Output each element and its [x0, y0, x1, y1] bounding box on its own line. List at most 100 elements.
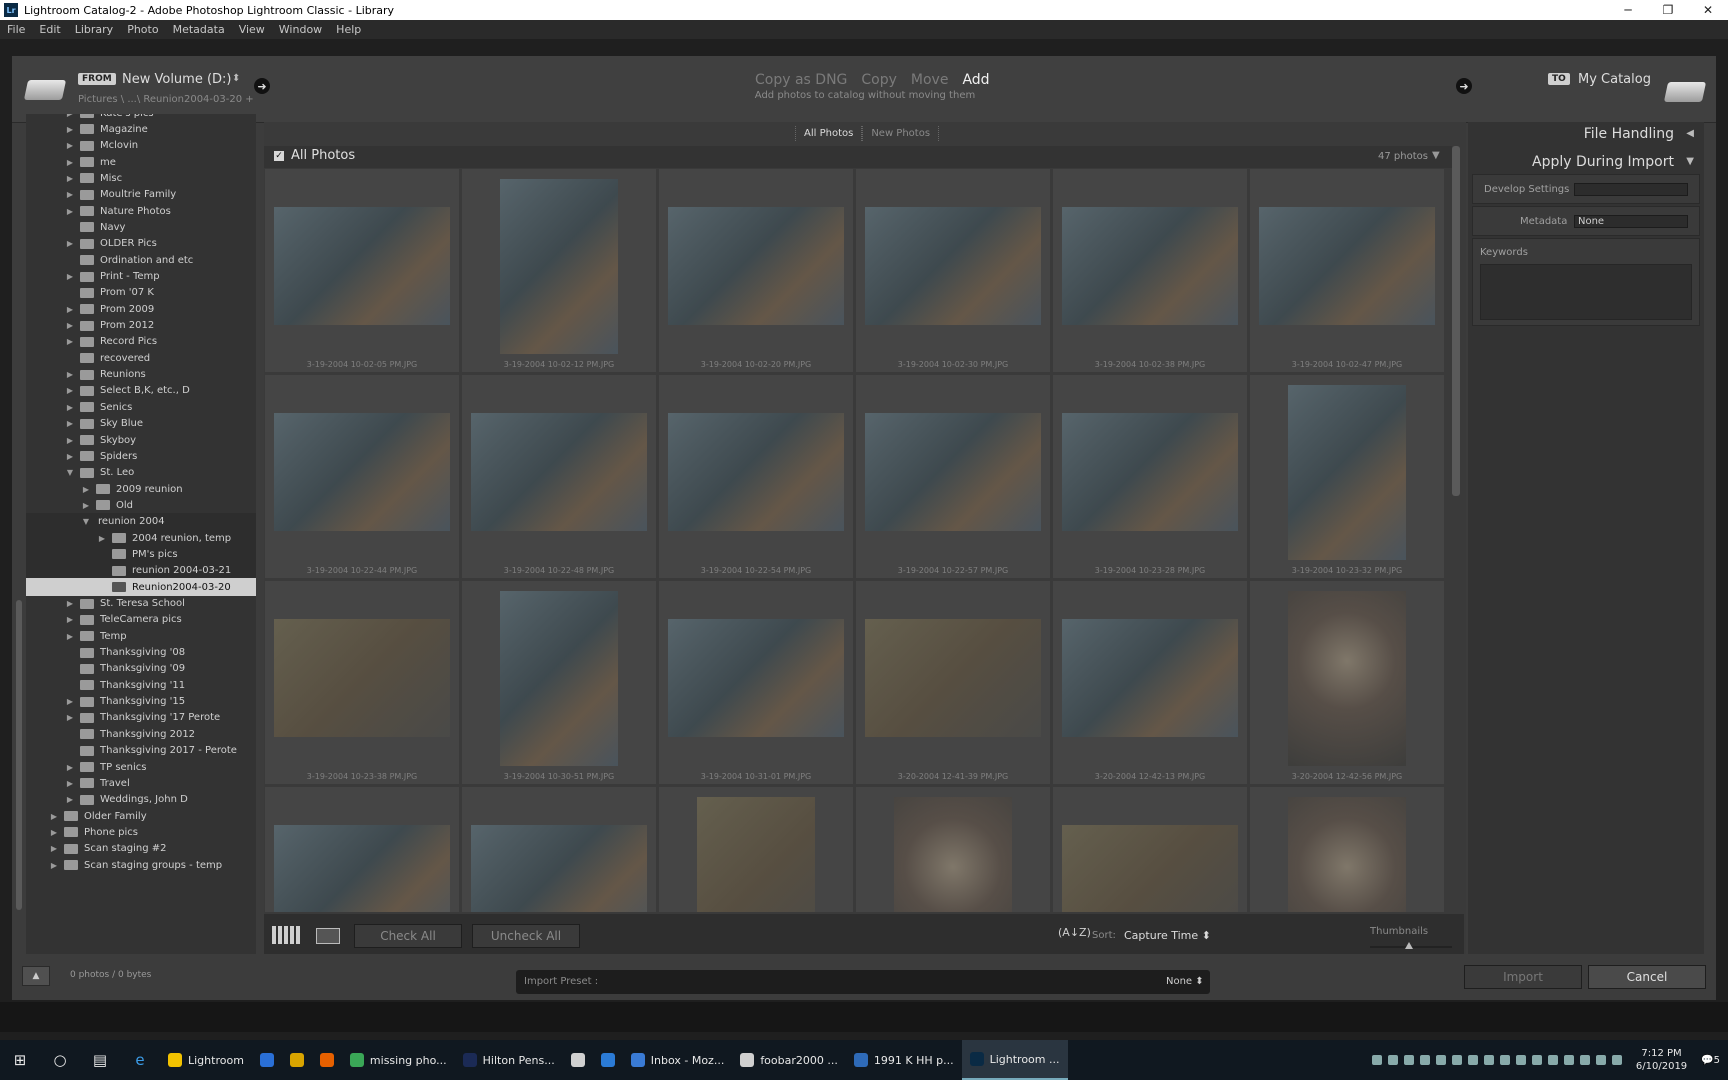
folder-item[interactable]: Reunion2004-03-20	[26, 578, 256, 597]
photo-thumbnail[interactable]	[500, 591, 618, 766]
folder-item[interactable]: ▼ St. Leo	[26, 464, 256, 482]
apply-during-import-expand-icon[interactable]: ▼	[1686, 156, 1694, 167]
photo-thumbnail[interactable]	[668, 207, 844, 325]
photo-thumbnail[interactable]	[471, 413, 647, 531]
photo-cell[interactable]: 3-20-2004 12-42-56 PM.JPG	[1249, 580, 1445, 785]
tray-icon[interactable]	[1515, 1055, 1526, 1065]
menu-metadata[interactable]: Metadata	[166, 20, 232, 39]
folder-item[interactable]: ▶ Record Pics	[26, 333, 256, 351]
tray-icon[interactable]	[1611, 1055, 1622, 1065]
disclosure-triangle-icon[interactable]: ▶	[64, 763, 76, 772]
tray-icon[interactable]	[1579, 1055, 1590, 1065]
photo-thumbnail[interactable]	[274, 825, 450, 912]
disclosure-triangle-icon[interactable]: ▶	[80, 501, 92, 510]
taskbar-app[interactable]: Hilton Pens...	[455, 1040, 563, 1080]
tray-icon[interactable]	[1499, 1055, 1510, 1065]
photo-cell[interactable]	[461, 786, 657, 912]
disclosure-triangle-icon[interactable]: ▶	[64, 337, 76, 346]
folder-item[interactable]: Prom '07 K	[26, 284, 256, 302]
photo-thumbnail[interactable]	[865, 413, 1041, 531]
task-view-icon[interactable]: ▤	[80, 1040, 120, 1080]
photo-cell[interactable]: 3-20-2004 12-42-13 PM.JPG	[1052, 580, 1248, 785]
folder-item[interactable]: ▶ Skyboy	[26, 431, 256, 449]
import-preset-bar[interactable]	[516, 970, 1210, 994]
disclosure-triangle-icon[interactable]: ▶	[64, 697, 76, 706]
sort-dropdown[interactable]: Capture Time ⬍	[1124, 929, 1211, 942]
taskbar-app[interactable]: foobar2000 ...	[732, 1040, 846, 1080]
expanded-triangle-icon[interactable]: ▼	[80, 517, 92, 526]
folder-item[interactable]: Thanksgiving '09	[26, 660, 256, 678]
grid-header-dropdown-icon[interactable]: ▼	[1432, 150, 1440, 161]
folder-item[interactable]: ▶ Prom 2012	[26, 317, 256, 335]
disclosure-triangle-icon[interactable]: ▶	[48, 828, 60, 837]
notification-center-icon[interactable]: 💬5	[1701, 1055, 1720, 1066]
disclosure-triangle-icon[interactable]: ▶	[48, 861, 60, 870]
folder-item[interactable]: ▶ Nature Photos	[26, 202, 256, 220]
tray-icon[interactable]	[1387, 1055, 1398, 1065]
folder-item[interactable]: ▶ Temp	[26, 627, 256, 645]
mode-copy-as-dng[interactable]: Copy as DNG	[755, 72, 847, 88]
taskbar-app[interactable]	[312, 1040, 342, 1080]
disclosure-triangle-icon[interactable]: ▶	[80, 485, 92, 494]
menu-photo[interactable]: Photo	[120, 20, 165, 39]
disclosure-triangle-icon[interactable]: ▶	[64, 419, 76, 428]
photo-cell[interactable]	[658, 786, 854, 912]
photo-cell[interactable]: 3-19-2004 10-22-44 PM.JPG	[264, 374, 460, 579]
folder-item[interactable]: ▶ Thanksgiving '15	[26, 693, 256, 711]
destination-arrow-icon[interactable]: ➜	[1456, 78, 1472, 94]
tray-icon[interactable]	[1451, 1055, 1462, 1065]
folder-item[interactable]: reunion 2004-03-21	[26, 561, 256, 580]
tray-icon[interactable]	[1563, 1055, 1574, 1065]
folder-item[interactable]: ▶ TP senics	[26, 758, 256, 776]
file-handling-header[interactable]: File Handling	[1584, 126, 1674, 142]
photo-cell[interactable]	[1249, 786, 1445, 912]
photo-cell[interactable]: 3-20-2004 12-41-39 PM.JPG	[855, 580, 1051, 785]
folder-item[interactable]: PM's pics	[26, 545, 256, 564]
photo-cell[interactable]: 3-19-2004 10-22-54 PM.JPG	[658, 374, 854, 579]
check-all-button[interactable]: Check All	[354, 924, 462, 948]
thumbnail-slider-handle[interactable]	[1405, 942, 1414, 949]
disclosure-triangle-icon[interactable]: ▶	[64, 403, 76, 412]
grid-view-icon[interactable]	[272, 926, 300, 944]
tab-all-photos[interactable]: All Photos	[795, 126, 863, 141]
disclosure-triangle-icon[interactable]: ▶	[64, 452, 76, 461]
folder-item[interactable]: ▶ Print - Temp	[26, 268, 256, 286]
disclosure-triangle-icon[interactable]: ▶	[64, 615, 76, 624]
folder-item[interactable]: ▶ Prom 2009	[26, 300, 256, 318]
close-button[interactable]: ✕	[1688, 0, 1728, 20]
loupe-view-icon[interactable]	[316, 928, 340, 944]
maximize-button[interactable]: ❐	[1648, 0, 1688, 20]
disclosure-triangle-icon[interactable]: ▶	[64, 114, 76, 118]
folder-item[interactable]: Thanksgiving '11	[26, 676, 256, 694]
folder-item[interactable]: ▶ Older Family	[26, 807, 256, 825]
photo-thumbnail[interactable]	[865, 207, 1041, 325]
menu-file[interactable]: File	[0, 20, 32, 39]
taskbar-app[interactable]	[593, 1040, 623, 1080]
photo-thumbnail[interactable]	[1288, 591, 1406, 766]
folder-item[interactable]: ▶ St. Teresa School	[26, 595, 256, 613]
taskbar-app[interactable]	[252, 1040, 282, 1080]
folder-item[interactable]: Thanksgiving '08	[26, 644, 256, 662]
folder-item[interactable]: Thanksgiving 2012	[26, 725, 256, 743]
disclosure-triangle-icon[interactable]: ▶	[48, 812, 60, 821]
tray-icon[interactable]	[1595, 1055, 1606, 1065]
disclosure-triangle-icon[interactable]: ▶	[64, 795, 76, 804]
photo-thumbnail[interactable]	[500, 179, 618, 354]
photo-cell[interactable]	[1052, 786, 1248, 912]
import-preset-dropdown[interactable]: None ⬍	[1166, 976, 1204, 987]
photo-cell[interactable]: 3-19-2004 10-23-38 PM.JPG	[264, 580, 460, 785]
folder-item[interactable]: ▶ 2004 reunion, temp	[26, 529, 256, 548]
folder-item[interactable]: ▶ OLDER Pics	[26, 235, 256, 253]
folder-item[interactable]: Navy	[26, 218, 256, 236]
mode-copy[interactable]: Copy	[861, 72, 897, 88]
folder-item[interactable]: ▶ Scan staging #2	[26, 840, 256, 858]
photo-thumbnail[interactable]	[1288, 797, 1406, 912]
minimize-button[interactable]: ─	[1608, 0, 1648, 20]
source-dropdown-icon[interactable]: ⬍	[232, 73, 240, 84]
photo-cell[interactable]: 3-19-2004 10-22-48 PM.JPG	[461, 374, 657, 579]
photo-cell[interactable]: 3-19-2004 10-23-32 PM.JPG	[1249, 374, 1445, 579]
folder-item[interactable]: ▶ me	[26, 153, 256, 171]
taskbar-app[interactable]: Inbox - Moz...	[623, 1040, 733, 1080]
cortana-search-icon[interactable]: ○	[40, 1040, 80, 1080]
disclosure-triangle-icon[interactable]: ▶	[64, 599, 76, 608]
